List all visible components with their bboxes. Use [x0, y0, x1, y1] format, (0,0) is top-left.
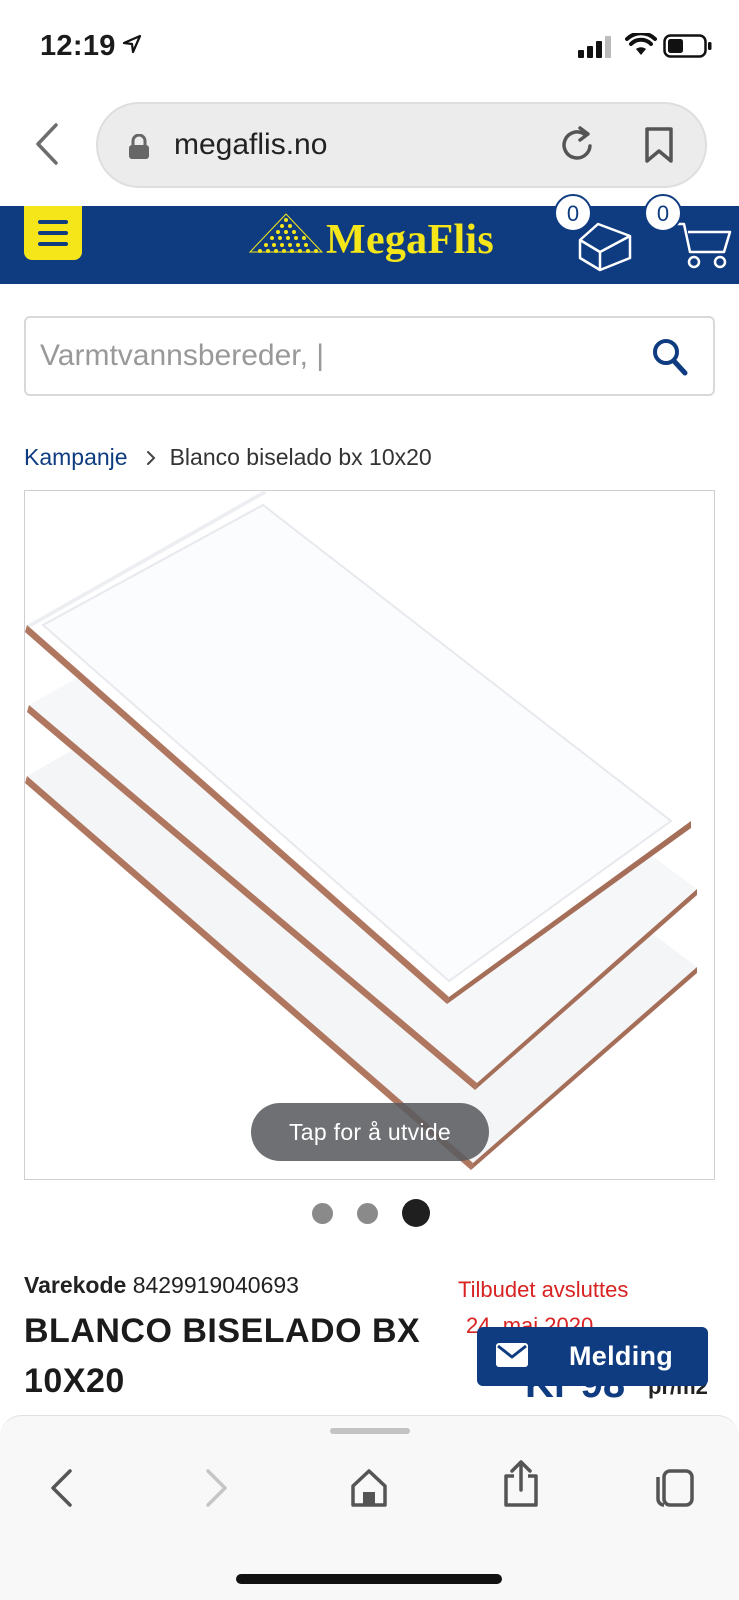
search-box [24, 316, 715, 396]
lock-icon [129, 134, 149, 159]
mail-icon [496, 1343, 528, 1367]
share-icon[interactable] [503, 1460, 539, 1508]
url-text: megaflis.no [174, 128, 328, 161]
logo-text[interactable]: MegaFlis [326, 216, 494, 264]
back-icon[interactable] [48, 1468, 74, 1508]
offer-end-line1: Tilbudet avsluttes [458, 1277, 629, 1302]
gallery-pagination [312, 1199, 430, 1227]
product-title: BLANCO BISELADO BX 10X20 [24, 1312, 421, 1400]
cart-count-badge: 0 [644, 194, 682, 232]
breadcrumb-link-kampanje[interactable]: Kampanje [24, 444, 128, 471]
wishlist-count-badge: 0 [554, 194, 592, 232]
battery-icon [663, 34, 712, 58]
page: 12:19 megaflis.no MegaFlis 0 0 Varmtvann… [0, 0, 739, 1600]
browser-back-icon[interactable] [34, 122, 60, 166]
location-arrow-icon [122, 34, 142, 54]
tabs-icon[interactable] [654, 1468, 696, 1508]
breadcrumb-current: Blanco biselado bx 10x20 [169, 444, 432, 470]
product-code-label: Varekode [24, 1272, 127, 1298]
message-chat-button[interactable]: Melding [477, 1327, 708, 1386]
status-bar: 12:19 [0, 0, 739, 92]
breadcrumb: Kampanje Blanco biselado bx 10x20 [24, 444, 432, 471]
message-button-label: Melding [569, 1341, 674, 1371]
search-icon[interactable] [652, 338, 688, 376]
cart-icon[interactable] [676, 218, 732, 272]
wifi-icon [625, 33, 657, 55]
url-field[interactable]: megaflis.no [96, 102, 707, 188]
product-code: Varekode 8429919040693 [24, 1272, 299, 1299]
toolbar-grabber[interactable] [330, 1428, 410, 1434]
bookmark-icon[interactable] [644, 126, 674, 164]
status-time: 12:19 [40, 30, 116, 62]
home-indicator[interactable] [236, 1574, 502, 1584]
product-code-value: 8429919040693 [132, 1272, 299, 1298]
site-header: MegaFlis 0 0 [0, 194, 739, 284]
reload-icon[interactable] [560, 126, 596, 164]
cellular-signal-icon [578, 36, 611, 58]
gallery-dot-3-active[interactable] [402, 1199, 430, 1227]
home-icon[interactable] [350, 1468, 388, 1508]
product-image [25, 491, 697, 1170]
browser-toolbar [0, 1415, 739, 1600]
hamburger-menu-button[interactable] [24, 206, 82, 260]
megaflis-logo-icon[interactable] [248, 212, 324, 256]
search-input[interactable] [40, 332, 620, 380]
tap-to-expand-hint[interactable]: Tap for å utvide [251, 1103, 489, 1161]
chevron-right-icon [146, 450, 155, 465]
gallery-dot-2[interactable] [357, 1202, 378, 1224]
forward-icon[interactable] [204, 1468, 230, 1508]
browser-url-row: megaflis.no [0, 92, 739, 204]
gallery-dot-1[interactable] [312, 1202, 333, 1224]
product-image-gallery[interactable]: Tap for å utvide [24, 490, 715, 1180]
